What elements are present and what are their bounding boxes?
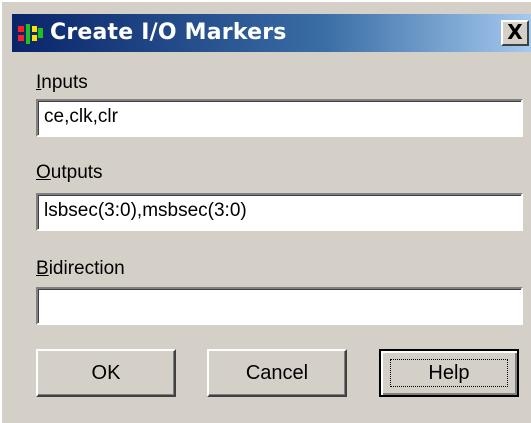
title-bar[interactable]: Create I/O Markers X <box>12 14 531 52</box>
bidirection-label-text: idirection <box>48 258 125 279</box>
outputs-label-mnemonic: O <box>36 162 51 183</box>
create-io-markers-dialog: Create I/O Markers X Inputs ce,clk,clr O… <box>0 0 531 423</box>
bidirection-field[interactable] <box>36 287 523 325</box>
ok-button[interactable]: OK <box>36 349 176 397</box>
bidirection-label-mnemonic: B <box>36 258 49 279</box>
help-button[interactable]: Help <box>379 349 519 397</box>
window-title: Create I/O Markers <box>50 20 287 45</box>
close-icon: X <box>507 20 523 44</box>
cancel-button[interactable]: Cancel <box>207 349 347 397</box>
bidirection-label: Bidirection <box>36 258 125 280</box>
inputs-label: Inputs <box>36 72 88 94</box>
inputs-field[interactable]: ce,clk,clr <box>36 99 523 137</box>
outputs-label-text: utputs <box>50 162 103 183</box>
close-button[interactable]: X <box>501 20 529 46</box>
outputs-field[interactable]: lsbsec(3:0),msbsec(3:0) <box>36 193 523 231</box>
outputs-label: Outputs <box>36 162 103 184</box>
help-button-label: Help <box>428 362 470 384</box>
app-icon <box>18 24 43 44</box>
inputs-label-text: nputs <box>41 72 88 93</box>
